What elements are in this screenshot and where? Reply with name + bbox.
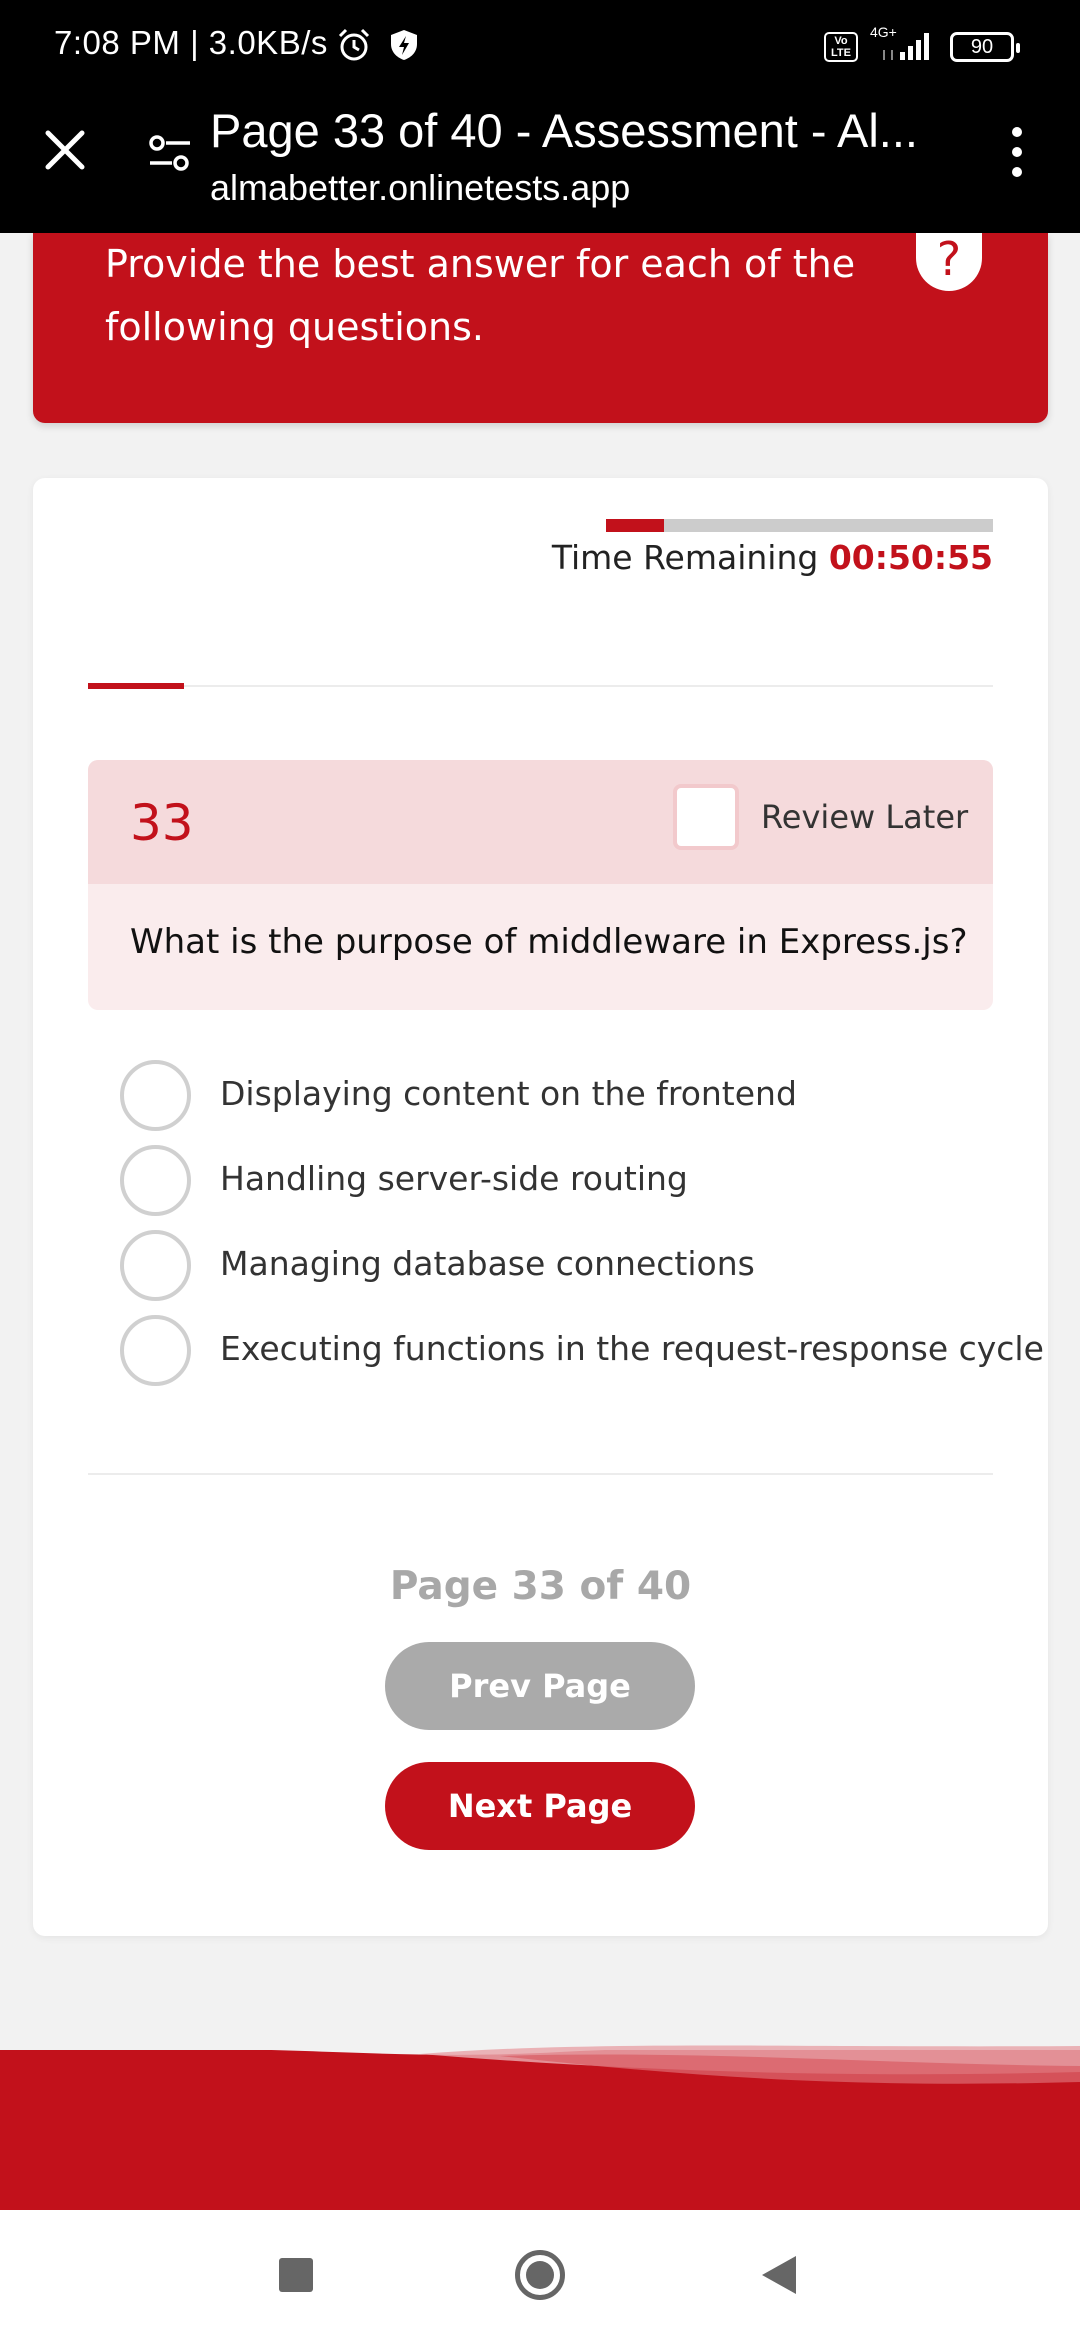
question-number: 33 (130, 794, 194, 852)
timer-progress-bar (606, 519, 993, 532)
next-page-button[interactable]: Next Page (385, 1762, 695, 1850)
alarm-icon (338, 28, 370, 61)
answer-option-label[interactable]: Handling server-side routing (220, 1159, 688, 1198)
answer-option[interactable]: Executing functions in the request-respo… (120, 1315, 1044, 1389)
question-card: Time Remaining 00:50:55 33 Review Later … (33, 478, 1048, 1936)
answer-option[interactable]: Displaying content on the frontend (120, 1060, 980, 1134)
review-later-checkbox[interactable] (673, 784, 739, 850)
volte-icon: Vo LTE (824, 32, 858, 62)
page-indicator: Page 33 of 40 (389, 1564, 692, 1609)
answer-option-label[interactable]: Executing functions in the request-respo… (220, 1329, 1044, 1368)
back-icon[interactable] (762, 2256, 796, 2294)
radio-button[interactable] (120, 1230, 191, 1301)
question-text: What is the purpose of middleware in Exp… (130, 922, 968, 962)
timer-progress-fill (606, 519, 665, 532)
time-remaining: Time Remaining 00:50:55 (552, 538, 993, 577)
divider (88, 1473, 993, 1475)
answer-option-label[interactable]: Displaying content on the frontend (220, 1074, 797, 1113)
answer-option-label[interactable]: Managing database connections (220, 1244, 755, 1283)
status-time: 7:08 PM | 3.0KB/s (54, 24, 328, 61)
shield-icon (391, 30, 417, 60)
question-header: 33 Review Later (88, 760, 993, 884)
answer-option[interactable]: Handling server-side routing (120, 1145, 980, 1219)
page-title: Page 33 of 40 - Assessment - Al... (210, 104, 918, 157)
time-remaining-value: 00:50:55 (828, 538, 993, 577)
close-icon[interactable] (40, 125, 90, 175)
section-progress-track (88, 685, 993, 687)
site-settings-icon[interactable] (148, 133, 192, 173)
browser-header: Page 33 of 40 - Assessment - Al... almab… (0, 95, 1080, 233)
footer-wave-graphic (0, 2042, 1080, 2084)
footer-decoration (0, 2042, 1080, 2210)
radio-button[interactable] (120, 1060, 191, 1131)
time-remaining-label: Time Remaining (551, 538, 819, 577)
help-button[interactable]: ? (916, 233, 982, 291)
recent-apps-icon[interactable] (279, 2258, 313, 2292)
system-navigation-bar (0, 2210, 1080, 2340)
prev-page-button[interactable]: Prev Page (385, 1642, 695, 1730)
signal-icon (883, 33, 929, 60)
radio-button[interactable] (120, 1315, 191, 1386)
section-progress-indicator (88, 683, 184, 689)
battery-icon: 90 (950, 32, 1020, 62)
more-options-icon[interactable] (1008, 125, 1026, 179)
home-icon[interactable] (515, 2250, 565, 2300)
instruction-banner: Provide the best answer for each of the … (33, 233, 1048, 423)
review-later-label[interactable]: Review Later (761, 798, 968, 836)
status-bar: 7:08 PM | 3.0KB/s Vo LTE 4G+ 90 (0, 0, 1080, 95)
answer-option[interactable]: Managing database connections (120, 1230, 980, 1304)
instruction-text: Provide the best answer for each of the … (105, 242, 856, 349)
page-url: almabetter.onlinetests.app (210, 167, 631, 208)
question-box: 33 Review Later What is the purpose of m… (88, 760, 993, 1010)
radio-button[interactable] (120, 1145, 191, 1216)
